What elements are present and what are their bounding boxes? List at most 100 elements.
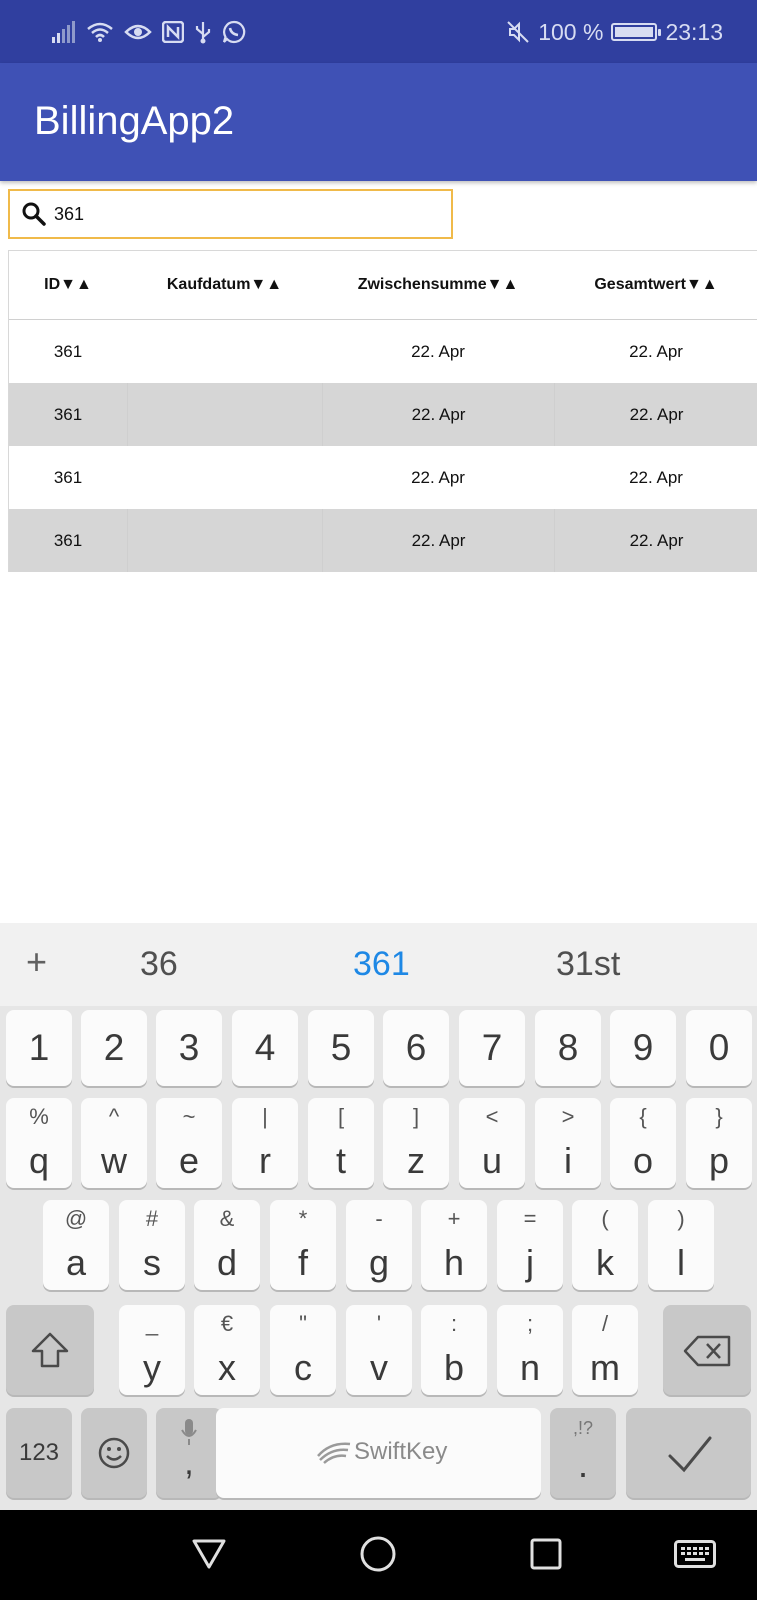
navigation-bar	[0, 1510, 757, 1600]
cell-id: 361	[53, 530, 83, 550]
swiftkey-logo-icon	[316, 1440, 352, 1469]
key-6[interactable]: 6	[383, 1010, 449, 1086]
column-header-zwischensumme[interactable]: Zwischensumme▼▲	[322, 251, 554, 319]
key-t[interactable]: [t	[308, 1098, 374, 1188]
cell-zwischensumme: 22. Apr	[322, 509, 554, 572]
key-z[interactable]: ] z	[383, 1098, 449, 1188]
app-title: BillingApp2	[34, 99, 235, 143]
suggestion-bar: + 36 361 31st	[0, 923, 757, 1006]
key-5[interactable]: 5	[308, 1010, 374, 1086]
eye-icon	[124, 22, 152, 42]
key-w[interactable]: ^ w	[81, 1098, 147, 1188]
key-q[interactable]: % q	[6, 1098, 72, 1188]
data-table: ID▼▲ Kaufdatum▼▲ Zwischensumme▼▲ Gesamtw…	[8, 250, 757, 572]
suggestion-right[interactable]: 31st	[556, 945, 620, 984]
space-bar-label: SwiftKey	[354, 1438, 448, 1465]
key-i[interactable]: > i	[535, 1098, 601, 1188]
key-s[interactable]: # s	[119, 1200, 185, 1290]
back-icon[interactable]	[192, 1538, 226, 1570]
cell-zwischensumme: 22. Apr	[411, 467, 465, 487]
space-bar[interactable]: SwiftKey	[216, 1408, 541, 1498]
key-h[interactable]: + h	[421, 1200, 487, 1290]
key-p[interactable]: } p	[686, 1098, 752, 1188]
key-c[interactable]: " c	[270, 1305, 336, 1395]
search-input[interactable]	[54, 199, 434, 229]
clock: 23:13	[665, 18, 723, 45]
key-8[interactable]: 8	[535, 1010, 601, 1086]
key-k[interactable]: (k	[572, 1200, 638, 1290]
table-row[interactable]: 361 22. Apr 22. Apr	[9, 320, 757, 383]
shift-icon	[30, 1331, 70, 1374]
keyboard-icon[interactable]	[674, 1540, 716, 1568]
emoji-key[interactable]	[81, 1408, 147, 1498]
key-a[interactable]: @ a	[43, 1200, 109, 1290]
toolbar-plus-button[interactable]: +	[26, 941, 47, 983]
keyboard: + 36 361 31st 1 2 3 4 5 6 7 8 9 0 % q ^ w …	[0, 923, 757, 1510]
key-7[interactable]: 7	[459, 1010, 525, 1086]
cell-gesamtwert: 22. Apr	[554, 509, 757, 572]
suggestion-left[interactable]: 36	[140, 945, 178, 984]
nfc-icon	[162, 21, 184, 43]
key-m[interactable]: / m	[572, 1305, 638, 1395]
usb-icon	[194, 20, 212, 44]
suggestion-center[interactable]: 361	[353, 945, 410, 984]
battery-level	[615, 27, 654, 37]
key-f[interactable]: * f	[270, 1200, 336, 1290]
app-bar: BillingApp2	[0, 63, 757, 181]
key-r[interactable]: | r	[232, 1098, 298, 1188]
cell-id: 361	[53, 404, 83, 424]
emoji-icon	[98, 1437, 130, 1474]
column-header-id[interactable]: ID▼▲	[9, 251, 127, 319]
key-b[interactable]: :b	[421, 1305, 487, 1395]
period-key[interactable]: ,!? .	[550, 1408, 616, 1498]
key-3[interactable]: 3	[156, 1010, 222, 1086]
column-header-gesamtwert[interactable]: Gesamtwert▼▲	[554, 251, 757, 319]
cell-zwischensumme: 22. Apr	[322, 383, 554, 446]
key-e[interactable]: ~ e	[156, 1098, 222, 1188]
checkmark-icon	[666, 1434, 714, 1479]
table-row[interactable]: 361 22. Apr 22. Apr	[9, 446, 757, 509]
key-o[interactable]: {o	[610, 1098, 676, 1188]
key-g[interactable]: -g	[346, 1200, 412, 1290]
key-u[interactable]: < u	[459, 1098, 525, 1188]
signal-icon	[52, 21, 76, 43]
home-icon[interactable]	[360, 1536, 396, 1572]
wifi-icon	[86, 21, 114, 43]
key-y[interactable]: _ y	[119, 1305, 185, 1395]
battery-text: 100 %	[538, 18, 604, 45]
key-0[interactable]: 0	[686, 1010, 752, 1086]
search-icon	[21, 201, 47, 232]
cell-id: 361	[53, 467, 83, 487]
column-header-kaufdatum[interactable]: Kaufdatum▼▲	[127, 251, 322, 319]
key-d[interactable]: & d	[194, 1200, 260, 1290]
key-l[interactable]: ) l	[648, 1200, 714, 1290]
key-2[interactable]: 2	[81, 1010, 147, 1086]
cell-gesamtwert: 22. Apr	[629, 341, 683, 361]
mute-icon	[506, 20, 530, 44]
key-4[interactable]: 4	[232, 1010, 298, 1086]
cell-id: 361	[53, 341, 83, 361]
table-header: ID▼▲ Kaufdatum▼▲ Zwischensumme▼▲ Gesamtw…	[9, 251, 757, 320]
recents-icon[interactable]	[530, 1538, 562, 1570]
comma-key[interactable]: ,	[156, 1408, 222, 1498]
table-row[interactable]: 361 22. Apr 22. Apr	[9, 509, 757, 572]
key-9[interactable]: 9	[610, 1010, 676, 1086]
cell-gesamtwert: 22. Apr	[629, 467, 683, 487]
backspace-key[interactable]	[663, 1305, 751, 1395]
key-n[interactable]: ; n	[497, 1305, 563, 1395]
enter-key[interactable]	[626, 1408, 751, 1498]
key-j[interactable]: = j	[497, 1200, 563, 1290]
key-x[interactable]: € x	[194, 1305, 260, 1395]
cell-kaufdatum	[127, 383, 322, 446]
key-1[interactable]: 1	[6, 1010, 72, 1086]
whatsapp-icon	[222, 20, 246, 44]
search-box[interactable]	[8, 189, 453, 239]
shift-key[interactable]	[6, 1305, 94, 1395]
cell-kaufdatum	[127, 320, 322, 383]
numbers-key[interactable]: 123	[6, 1408, 72, 1498]
table-row[interactable]: 361 22. Apr 22. Apr	[9, 383, 757, 446]
status-bar: 100 % 23:13	[0, 0, 757, 63]
backspace-icon	[683, 1335, 733, 1372]
key-v[interactable]: ' v	[346, 1305, 412, 1395]
cell-zwischensumme: 22. Apr	[411, 341, 465, 361]
